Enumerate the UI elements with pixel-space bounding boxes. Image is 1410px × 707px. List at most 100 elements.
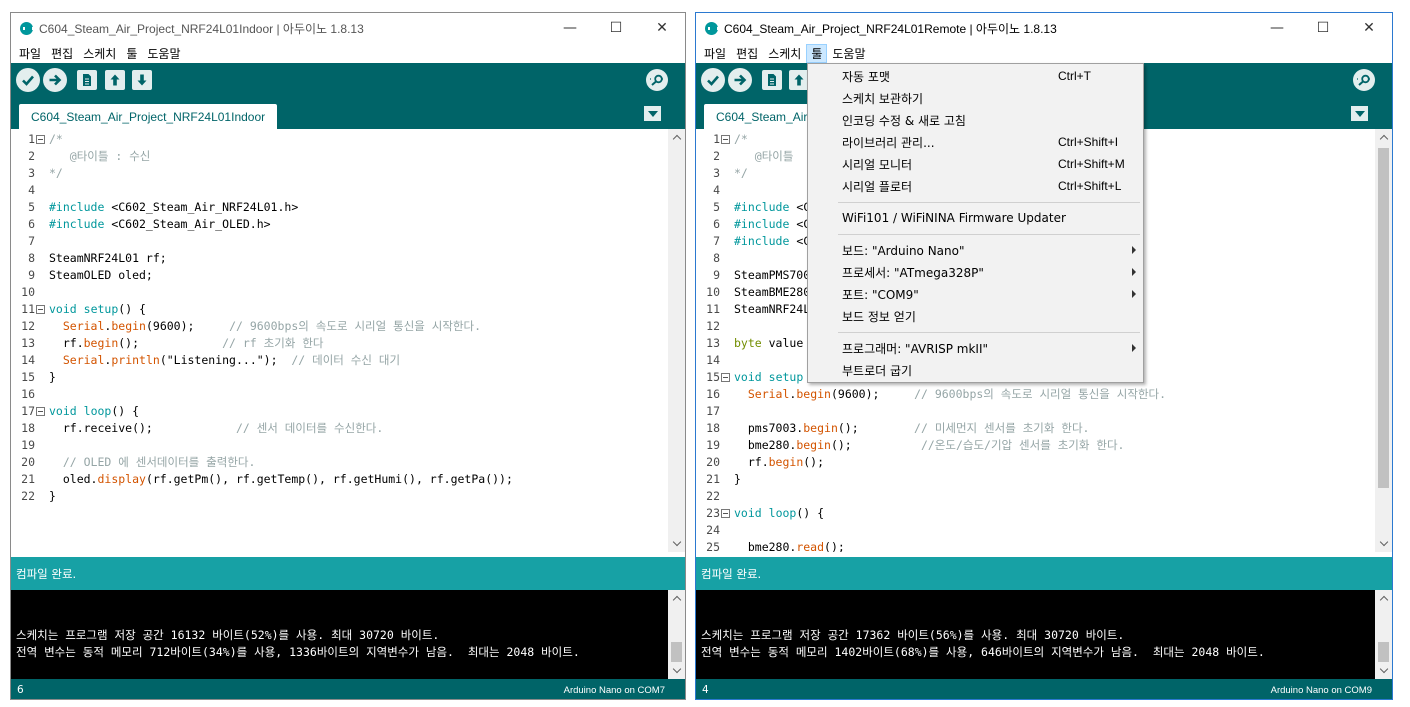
upload-button[interactable] [728, 68, 752, 92]
menu-item-board[interactable]: 보드: "Arduino Nano" [808, 239, 1143, 261]
console-scrollbar[interactable] [668, 590, 685, 679]
menu-tools[interactable]: 툴 [806, 43, 828, 63]
minimize-button[interactable]: — [1254, 13, 1300, 43]
scroll-thumb[interactable] [671, 642, 682, 662]
code-line[interactable]: 23 void loop() { [696, 505, 1375, 522]
fold-toggle-icon[interactable] [36, 135, 45, 144]
editor-scrollbar[interactable] [668, 129, 685, 552]
code-line[interactable]: 14 Serial.println("Listening..."); // 데이… [11, 352, 668, 369]
code-line[interactable]: 17 void loop() { [11, 403, 668, 420]
code-line[interactable]: 4 [11, 182, 668, 199]
menu-sketch[interactable]: 스케치 [78, 44, 121, 63]
code-line[interactable]: 21} [696, 471, 1375, 488]
code-line[interactable]: 18 rf.receive(); // 센서 데이터를 수신한다. [11, 420, 668, 437]
fold-toggle-icon[interactable] [721, 135, 730, 144]
scroll-down-arrow[interactable] [1375, 535, 1392, 552]
menu-edit[interactable]: 편집 [46, 44, 78, 63]
code-line[interactable]: 18 pms7003.begin(); // 미세먼지 센서를 초기화 한다. [696, 420, 1375, 437]
menu-sketch[interactable]: 스케치 [763, 44, 806, 63]
scroll-up-arrow[interactable] [1375, 129, 1392, 146]
code-line[interactable]: 10 [11, 284, 668, 301]
menu-item-firmware-updater[interactable]: WiFi101 / WiFiNINA Firmware Updater [808, 207, 1143, 229]
scroll-up-arrow[interactable] [668, 590, 685, 607]
title-bar[interactable]: C604_Steam_Air_Project_NRF24L01Remote | … [696, 13, 1392, 43]
scroll-up-arrow[interactable] [1375, 590, 1392, 607]
scroll-thumb[interactable] [1378, 148, 1389, 488]
serial-monitor-button[interactable] [646, 69, 668, 91]
code-line[interactable]: 19 bme280.begin(); //온도/습도/기압 센서를 초기화 한다… [696, 437, 1375, 454]
menu-item-burn-bootloader[interactable]: 부트로더 굽기 [808, 359, 1143, 381]
menu-edit[interactable]: 편집 [731, 44, 763, 63]
menu-tools[interactable]: 툴 [121, 44, 142, 63]
code-line[interactable]: 22} [11, 488, 668, 505]
new-sketch-button[interactable] [762, 70, 782, 90]
code-line[interactable]: 5 #include <C602_Steam_Air_NRF24L01.h> [11, 199, 668, 216]
open-button[interactable] [105, 70, 125, 90]
editor-scrollbar[interactable] [1375, 129, 1392, 552]
maximize-button[interactable]: ☐ [1300, 13, 1346, 43]
menu-help[interactable]: 도움말 [827, 44, 870, 63]
scroll-down-arrow[interactable] [1375, 662, 1392, 679]
code-line[interactable]: 22 [696, 488, 1375, 505]
title-bar[interactable]: C604_Steam_Air_Project_NRF24L01Indoor | … [11, 13, 685, 43]
serial-monitor-button[interactable] [1353, 69, 1375, 91]
save-button[interactable] [132, 70, 152, 90]
menu-item-board-info[interactable]: 보드 정보 얻기 [808, 305, 1143, 327]
menu-item-archive-sketch[interactable]: 스케치 보관하기 [808, 87, 1143, 109]
code-line[interactable]: 3 */ [11, 165, 668, 182]
verify-button[interactable] [16, 68, 40, 92]
code-line[interactable]: 9 SteamOLED oled; [11, 267, 668, 284]
menu-item-port[interactable]: 포트: "COM9" [808, 283, 1143, 305]
scroll-down-arrow[interactable] [668, 662, 685, 679]
tab-menu-dropdown[interactable] [644, 106, 661, 121]
code-line[interactable]: 2 @타이틀 : 수신 [11, 148, 668, 165]
console-scrollbar[interactable] [1375, 590, 1392, 679]
tab-menu-dropdown[interactable] [1351, 106, 1368, 121]
code-line[interactable]: 16 Serial.begin(9600); // 9600bps의 속도로 시… [696, 386, 1375, 403]
code-line[interactable]: 1 /* [11, 131, 668, 148]
code-line[interactable]: 13 rf.begin(); // rf 초기화 한다 [11, 335, 668, 352]
code-line[interactable]: 20 rf.begin(); [696, 454, 1375, 471]
upload-button[interactable] [43, 68, 67, 92]
verify-button[interactable] [701, 68, 725, 92]
scroll-down-arrow[interactable] [668, 535, 685, 552]
menu-item-serial-monitor[interactable]: 시리얼 모니터 Ctrl+Shift+M [808, 153, 1143, 175]
close-button[interactable]: ✕ [1346, 13, 1392, 43]
new-sketch-button[interactable] [77, 70, 97, 90]
code-line[interactable]: 25 bme280.read(); [696, 539, 1375, 552]
menu-help[interactable]: 도움말 [142, 44, 185, 63]
code-line[interactable]: 12 Serial.begin(9600); // 9600bps의 속도로 시… [11, 318, 668, 335]
code-line[interactable]: 17 [696, 403, 1375, 420]
code-line[interactable]: 8 SteamNRF24L01 rf; [11, 250, 668, 267]
menu-item-manage-libraries[interactable]: 라이브러리 관리... Ctrl+Shift+I [808, 131, 1143, 153]
code-editor[interactable]: 1/* 2 @타이틀 : 수신 3 */4 5 #include <C602_Steam_… [11, 129, 668, 552]
code-line[interactable]: 11 void setup() { [11, 301, 668, 318]
maximize-button[interactable]: ☐ [593, 13, 639, 43]
code-line[interactable]: 24 [696, 522, 1375, 539]
fold-toggle-icon[interactable] [721, 373, 730, 382]
code-line[interactable]: 15} [11, 369, 668, 386]
fold-toggle-icon[interactable] [36, 407, 45, 416]
code-line[interactable]: 19 [11, 437, 668, 454]
scroll-up-arrow[interactable] [668, 129, 685, 146]
fold-toggle-icon[interactable] [36, 305, 45, 314]
code-line[interactable]: 21 oled.display(rf.getPm(), rf.getTemp()… [11, 471, 668, 488]
menu-file[interactable]: 파일 [14, 44, 46, 63]
tab-sketch[interactable]: C604_Steam_Air [704, 104, 820, 129]
scroll-thumb[interactable] [1378, 642, 1389, 662]
close-button[interactable]: ✕ [639, 13, 685, 43]
menu-file[interactable]: 파일 [699, 44, 731, 63]
fold-toggle-icon[interactable] [721, 509, 730, 518]
menu-item-processor[interactable]: 프로세서: "ATmega328P" [808, 261, 1143, 283]
menu-item-auto-format[interactable]: 자동 포맷 Ctrl+T [808, 65, 1143, 87]
code-line[interactable]: 7 [11, 233, 668, 250]
code-line[interactable]: 20 // OLED 에 센서데이터를 출력한다. [11, 454, 668, 471]
menu-item-serial-plotter[interactable]: 시리얼 플로터 Ctrl+Shift+L [808, 175, 1143, 197]
code-line[interactable]: 6 #include <C602_Steam_Air_OLED.h> [11, 216, 668, 233]
tab-sketch[interactable]: C604_Steam_Air_Project_NRF24L01Indoor [19, 104, 278, 129]
open-button[interactable] [789, 70, 809, 90]
menu-item-programmer[interactable]: 프로그래머: "AVRISP mkII" [808, 337, 1143, 359]
code-line[interactable]: 16 [11, 386, 668, 403]
menu-item-fix-encoding[interactable]: 인코딩 수정 & 새로 고침 [808, 109, 1143, 131]
minimize-button[interactable]: — [547, 13, 593, 43]
